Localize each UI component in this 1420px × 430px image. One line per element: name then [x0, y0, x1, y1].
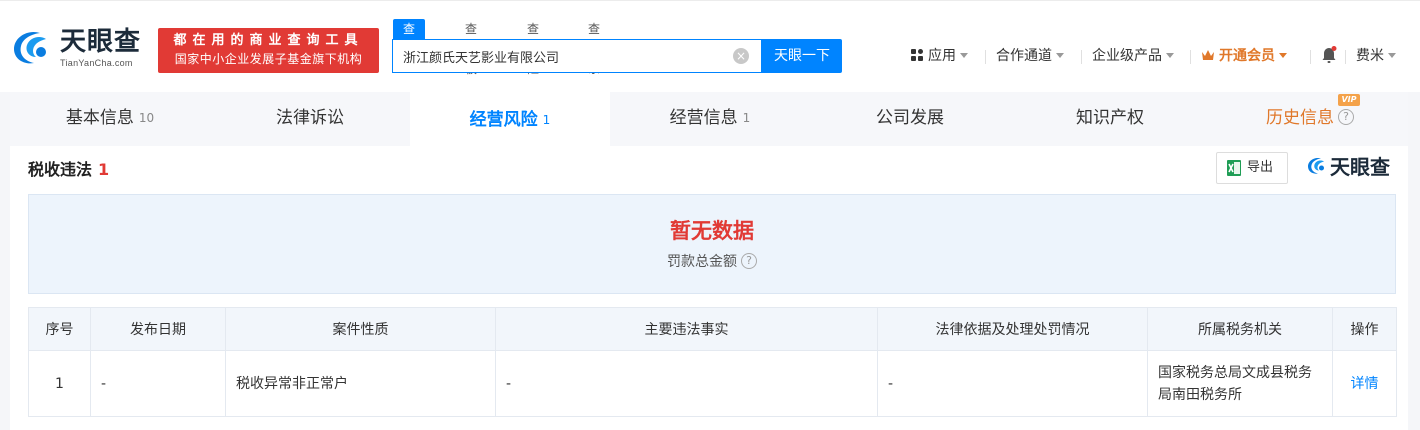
cell-legal-basis: -: [877, 350, 1148, 417]
nav-divider: [1345, 50, 1346, 64]
tab-count: 1: [542, 113, 551, 127]
help-icon[interactable]: ?: [741, 252, 757, 269]
brand-watermark: 天眼查: [1306, 152, 1398, 182]
search-tab-company[interactable]: 查公司: [393, 19, 426, 76]
tab-label: 经营风险: [469, 110, 538, 130]
col-facts: 主要违法事实: [495, 307, 878, 351]
export-label: 导出: [1247, 160, 1274, 175]
bell-icon: [1322, 45, 1337, 63]
nav-vip-label: 开通会员: [1219, 48, 1275, 64]
main-content: 基本信息 10 法律诉讼 经营风险 1 经营信息 1 公司发展 知识产权 VIP 历史…: [10, 92, 1408, 430]
section-title: 税收违法 1: [28, 156, 109, 180]
clear-icon[interactable]: ×: [733, 48, 749, 64]
cell-date: -: [90, 350, 226, 417]
nav-enterprise-label: 企业级产品: [1092, 48, 1162, 64]
brand-text: 天眼查: [1330, 155, 1390, 179]
section-title-text: 税收违法: [28, 160, 93, 179]
tab-ip[interactable]: 知识产权: [1010, 92, 1210, 146]
chevron-down-icon: [1056, 52, 1064, 58]
nav-divider: [1190, 50, 1191, 64]
col-index: 序号: [28, 307, 91, 351]
search-box: ×: [392, 39, 762, 73]
tab-history[interactable]: VIP 历史信息?: [1210, 92, 1410, 146]
summary-value: 暂无数据: [670, 219, 754, 243]
detail-link[interactable]: 详情: [1332, 350, 1397, 417]
crown-icon: [1202, 49, 1214, 60]
search-tab-relation[interactable]: 查关系: [578, 19, 610, 76]
search-button[interactable]: 天眼一下: [762, 39, 842, 73]
tab-label: 法律诉讼: [276, 108, 344, 128]
excel-icon: [1227, 160, 1241, 176]
notification-bell[interactable]: [1321, 44, 1337, 68]
help-icon[interactable]: ?: [1338, 108, 1354, 125]
user-name: 费米: [1356, 48, 1384, 64]
tab-development[interactable]: 公司发展: [810, 92, 1010, 146]
table-row: 1 - 税收异常非正常户 - - 国家税务总局文成县税务局南田税务所 详情: [28, 350, 1397, 417]
apps-grid-icon: [911, 48, 923, 61]
tab-count: 1: [742, 111, 751, 125]
tab-label: 基本信息: [65, 108, 134, 128]
fine-summary: 暂无数据 罚款总金额?: [28, 194, 1396, 294]
nav-apps-label: 应用: [928, 48, 956, 64]
nav-apps[interactable]: 应用: [911, 44, 968, 68]
cell-facts: -: [495, 350, 878, 417]
search-tab-boss[interactable]: 查老板: [455, 19, 487, 76]
logo-icon: [14, 31, 46, 64]
nav-channel[interactable]: 合作通道: [996, 44, 1064, 68]
tab-label: 历史信息: [1266, 108, 1334, 128]
nav-user[interactable]: 费米: [1356, 44, 1396, 68]
nav-channel-label: 合作通道: [996, 48, 1052, 64]
summary-label: 罚款总金额: [667, 254, 737, 270]
cell-index: 1: [28, 350, 91, 417]
tab-business-info[interactable]: 经营信息 1: [610, 92, 810, 146]
logo-subtitle: TianYanCha.com: [60, 58, 133, 68]
promo-line-2: 国家中小企业发展子基金旗下机构: [174, 52, 363, 66]
nav-divider: [985, 50, 986, 64]
tab-label: 经营信息: [669, 108, 738, 128]
col-tax-authority: 所属税务机关: [1147, 307, 1333, 351]
col-date: 发布日期: [90, 307, 226, 351]
top-header: 天眼查 TianYanCha.com 都在用的商业查询工具 国家中小企业发展子基…: [0, 0, 1420, 92]
export-button[interactable]: 导出: [1216, 152, 1288, 184]
nav-divider: [1310, 50, 1311, 64]
promo-banner[interactable]: 都在用的商业查询工具 国家中小企业发展子基金旗下机构: [158, 28, 379, 73]
tab-basic-info[interactable]: 基本信息 10: [10, 92, 210, 146]
company-tabs: 基本信息 10 法律诉讼 经营风险 1 经营信息 1 公司发展 知识产权 VIP 历史…: [10, 92, 1408, 146]
tab-label: 知识产权: [1076, 108, 1144, 128]
logo-icon: [1308, 157, 1324, 174]
tax-violation-table: 序号 发布日期 案件性质 主要违法事实 法律依据及处理处罚情况 所属税务机关 操…: [28, 307, 1397, 417]
tab-business-risk[interactable]: 经营风险 1: [410, 92, 610, 146]
chevron-down-icon: [1279, 52, 1287, 58]
cell-case-type: 税收异常非正常户: [225, 350, 496, 417]
summary-label-row: 罚款总金额?: [29, 251, 1395, 271]
col-legal-basis: 法律依据及处理处罚情况: [877, 307, 1148, 351]
tab-count: 10: [138, 111, 155, 125]
section-count: 1: [98, 160, 110, 179]
cell-tax-authority: 国家税务总局文成县税务局南田税务所: [1147, 350, 1333, 417]
logo-title: 天眼查: [60, 27, 142, 57]
chevron-down-icon: [1166, 52, 1174, 58]
search-tab-risk[interactable]: 查风险: [517, 19, 549, 76]
nav-vip[interactable]: 开通会员: [1201, 44, 1287, 68]
col-action: 操作: [1332, 307, 1397, 351]
chevron-down-icon: [1388, 52, 1396, 58]
promo-line-1: 都在用的商业查询工具: [173, 33, 364, 48]
logo[interactable]: 天眼查 TianYanCha.com: [10, 23, 150, 73]
nav-divider: [1081, 50, 1082, 64]
tab-label: 公司发展: [876, 108, 944, 128]
nav-enterprise[interactable]: 企业级产品: [1092, 44, 1174, 68]
col-case-type: 案件性质: [225, 307, 496, 351]
table-header-row: 序号 发布日期 案件性质 主要违法事实 法律依据及处理处罚情况 所属税务机关 操…: [28, 307, 1397, 351]
tab-legal[interactable]: 法律诉讼: [210, 92, 410, 146]
chevron-down-icon: [960, 52, 968, 58]
search-input[interactable]: [403, 40, 723, 72]
vip-badge: VIP: [1338, 94, 1360, 106]
